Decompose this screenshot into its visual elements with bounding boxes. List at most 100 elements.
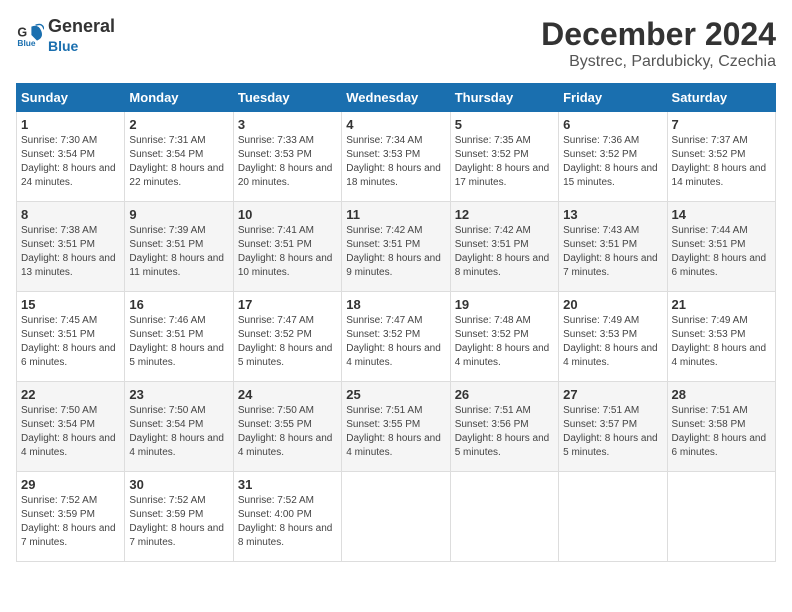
calendar-cell: 18 Sunrise: 7:47 AMSunset: 3:52 PMDayligh… — [342, 292, 450, 382]
calendar-cell: 29 Sunrise: 7:52 AMSunset: 3:59 PMDayligh… — [17, 472, 125, 562]
cell-info: Sunrise: 7:42 AMSunset: 3:51 PMDaylight:… — [455, 224, 554, 280]
calendar-cell: 13 Sunrise: 7:43 AMSunset: 3:51 PMDayligh… — [559, 202, 667, 292]
title-area: December 2024 Bystrec, Pardubicky, Czech… — [541, 16, 776, 71]
day-number: 6 — [563, 117, 662, 132]
month-title: December 2024 — [541, 16, 776, 53]
day-number: 13 — [563, 207, 662, 222]
cell-info: Sunrise: 7:37 AMSunset: 3:52 PMDaylight:… — [672, 134, 771, 190]
calendar-cell: 10 Sunrise: 7:41 AMSunset: 3:51 PMDayligh… — [233, 202, 341, 292]
day-number: 12 — [455, 207, 554, 222]
calendar-cell: 4Sunrise: 7:34 AMSunset: 3:53 PMDaylight… — [342, 112, 450, 202]
day-number: 5 — [455, 117, 554, 132]
calendar-row: 15Sunrise: 7:45 AMSunset: 3:51 PMDayligh… — [17, 292, 776, 382]
day-number: 7 — [672, 117, 771, 132]
cell-info: Sunrise: 7:51 AMSunset: 3:57 PMDaylight:… — [563, 404, 662, 460]
col-sunday: Sunday — [17, 84, 125, 112]
day-number: 4 — [346, 117, 445, 132]
cell-info: Sunrise: 7:51 AMSunset: 3:58 PMDaylight:… — [672, 404, 771, 460]
day-number: 27 — [563, 387, 662, 402]
logo-icon: G Blue — [16, 21, 44, 49]
cell-info: Sunrise: 7:39 AMSunset: 3:51 PMDaylight:… — [129, 224, 228, 280]
cell-info: Sunrise: 7:52 AMSunset: 3:59 PMDaylight:… — [21, 494, 120, 550]
cell-info: Sunrise: 7:49 AMSunset: 3:53 PMDaylight:… — [563, 314, 662, 370]
calendar-cell: 31 Sunrise: 7:52 AMSunset: 4:00 PMDayligh… — [233, 472, 341, 562]
day-number: 31 — [238, 477, 337, 492]
calendar-cell: 25 Sunrise: 7:51 AMSunset: 3:55 PMDayligh… — [342, 382, 450, 472]
svg-text:G: G — [17, 26, 27, 40]
header-row: Sunday Monday Tuesday Wednesday Thursday… — [17, 84, 776, 112]
cell-info: Sunrise: 7:35 AMSunset: 3:52 PMDaylight:… — [455, 134, 554, 190]
calendar-row: 29 Sunrise: 7:52 AMSunset: 3:59 PMDayligh… — [17, 472, 776, 562]
day-number: 22 — [21, 387, 120, 402]
col-tuesday: Tuesday — [233, 84, 341, 112]
day-number: 9 — [129, 207, 228, 222]
cell-info: Sunrise: 7:51 AMSunset: 3:55 PMDaylight:… — [346, 404, 445, 460]
cell-info: Sunrise: 7:41 AMSunset: 3:51 PMDaylight:… — [238, 224, 337, 280]
cell-info: Sunrise: 7:50 AMSunset: 3:54 PMDaylight:… — [129, 404, 228, 460]
cell-info: Sunrise: 7:31 AMSunset: 3:54 PMDaylight:… — [129, 134, 228, 190]
calendar-cell — [667, 472, 775, 562]
col-wednesday: Wednesday — [342, 84, 450, 112]
col-monday: Monday — [125, 84, 233, 112]
cell-info: Sunrise: 7:43 AMSunset: 3:51 PMDaylight:… — [563, 224, 662, 280]
day-number: 26 — [455, 387, 554, 402]
calendar-body: 1 Sunrise: 7:30 AMSunset: 3:54 PMDaylight… — [17, 112, 776, 562]
col-thursday: Thursday — [450, 84, 558, 112]
day-number: 1 — [21, 117, 120, 132]
cell-info: Sunrise: 7:50 AMSunset: 3:54 PMDaylight:… — [21, 404, 120, 460]
calendar-table: Sunday Monday Tuesday Wednesday Thursday… — [16, 83, 776, 562]
calendar-cell: 30 Sunrise: 7:52 AMSunset: 3:59 PMDayligh… — [125, 472, 233, 562]
day-number: 3 — [238, 117, 337, 132]
cell-info: Sunrise: 7:48 AMSunset: 3:52 PMDaylight:… — [455, 314, 554, 370]
calendar-cell: 14Sunrise: 7:44 AMSunset: 3:51 PMDayligh… — [667, 202, 775, 292]
day-number: 28 — [672, 387, 771, 402]
day-number: 10 — [238, 207, 337, 222]
cell-info: Sunrise: 7:46 AMSunset: 3:51 PMDaylight:… — [129, 314, 228, 370]
calendar-cell — [342, 472, 450, 562]
cell-info: Sunrise: 7:42 AMSunset: 3:51 PMDaylight:… — [346, 224, 445, 280]
calendar-cell: 24Sunrise: 7:50 AMSunset: 3:55 PMDayligh… — [233, 382, 341, 472]
day-number: 18 — [346, 297, 445, 312]
day-number: 19 — [455, 297, 554, 312]
day-number: 30 — [129, 477, 228, 492]
cell-info: Sunrise: 7:50 AMSunset: 3:55 PMDaylight:… — [238, 404, 337, 460]
day-number: 29 — [21, 477, 120, 492]
cell-info: Sunrise: 7:33 AMSunset: 3:53 PMDaylight:… — [238, 134, 337, 190]
day-number: 17 — [238, 297, 337, 312]
calendar-cell: 17 Sunrise: 7:47 AMSunset: 3:52 PMDayligh… — [233, 292, 341, 382]
calendar-cell: 9 Sunrise: 7:39 AMSunset: 3:51 PMDaylight… — [125, 202, 233, 292]
cell-info: Sunrise: 7:49 AMSunset: 3:53 PMDaylight:… — [672, 314, 771, 370]
calendar-row: 22 Sunrise: 7:50 AMSunset: 3:54 PMDayligh… — [17, 382, 776, 472]
calendar-cell: 22 Sunrise: 7:50 AMSunset: 3:54 PMDayligh… — [17, 382, 125, 472]
calendar-cell: 7 Sunrise: 7:37 AMSunset: 3:52 PMDaylight… — [667, 112, 775, 202]
calendar-cell: 8Sunrise: 7:38 AMSunset: 3:51 PMDaylight… — [17, 202, 125, 292]
calendar-cell: 6 Sunrise: 7:36 AMSunset: 3:52 PMDaylight… — [559, 112, 667, 202]
cell-info: Sunrise: 7:47 AMSunset: 3:52 PMDaylight:… — [346, 314, 445, 370]
cell-info: Sunrise: 7:30 AMSunset: 3:54 PMDaylight:… — [21, 134, 120, 190]
calendar-cell: 1 Sunrise: 7:30 AMSunset: 3:54 PMDaylight… — [17, 112, 125, 202]
cell-info: Sunrise: 7:45 AMSunset: 3:51 PMDaylight:… — [21, 314, 120, 370]
logo: G Blue General Blue — [16, 16, 115, 54]
calendar-cell: 2 Sunrise: 7:31 AMSunset: 3:54 PMDaylight… — [125, 112, 233, 202]
day-number: 2 — [129, 117, 228, 132]
calendar-cell: 12 Sunrise: 7:42 AMSunset: 3:51 PMDayligh… — [450, 202, 558, 292]
cell-info: Sunrise: 7:44 AMSunset: 3:51 PMDaylight:… — [672, 224, 771, 280]
day-number: 8 — [21, 207, 120, 222]
cell-info: Sunrise: 7:47 AMSunset: 3:52 PMDaylight:… — [238, 314, 337, 370]
cell-info: Sunrise: 7:52 AMSunset: 3:59 PMDaylight:… — [129, 494, 228, 550]
calendar-cell: 3 Sunrise: 7:33 AMSunset: 3:53 PMDaylight… — [233, 112, 341, 202]
header: G Blue General Blue December 2024 Bystre… — [16, 16, 776, 71]
svg-text:Blue: Blue — [17, 38, 35, 48]
day-number: 11 — [346, 207, 445, 222]
calendar-cell: 28 Sunrise: 7:51 AMSunset: 3:58 PMDayligh… — [667, 382, 775, 472]
calendar-row: 1 Sunrise: 7:30 AMSunset: 3:54 PMDaylight… — [17, 112, 776, 202]
calendar-cell — [450, 472, 558, 562]
calendar-cell: 23Sunrise: 7:50 AMSunset: 3:54 PMDayligh… — [125, 382, 233, 472]
day-number: 21 — [672, 297, 771, 312]
day-number: 25 — [346, 387, 445, 402]
cell-info: Sunrise: 7:36 AMSunset: 3:52 PMDaylight:… — [563, 134, 662, 190]
calendar-cell: 16Sunrise: 7:46 AMSunset: 3:51 PMDayligh… — [125, 292, 233, 382]
location-subtitle: Bystrec, Pardubicky, Czechia — [541, 53, 776, 71]
col-friday: Friday — [559, 84, 667, 112]
cell-info: Sunrise: 7:52 AMSunset: 4:00 PMDaylight:… — [238, 494, 337, 550]
